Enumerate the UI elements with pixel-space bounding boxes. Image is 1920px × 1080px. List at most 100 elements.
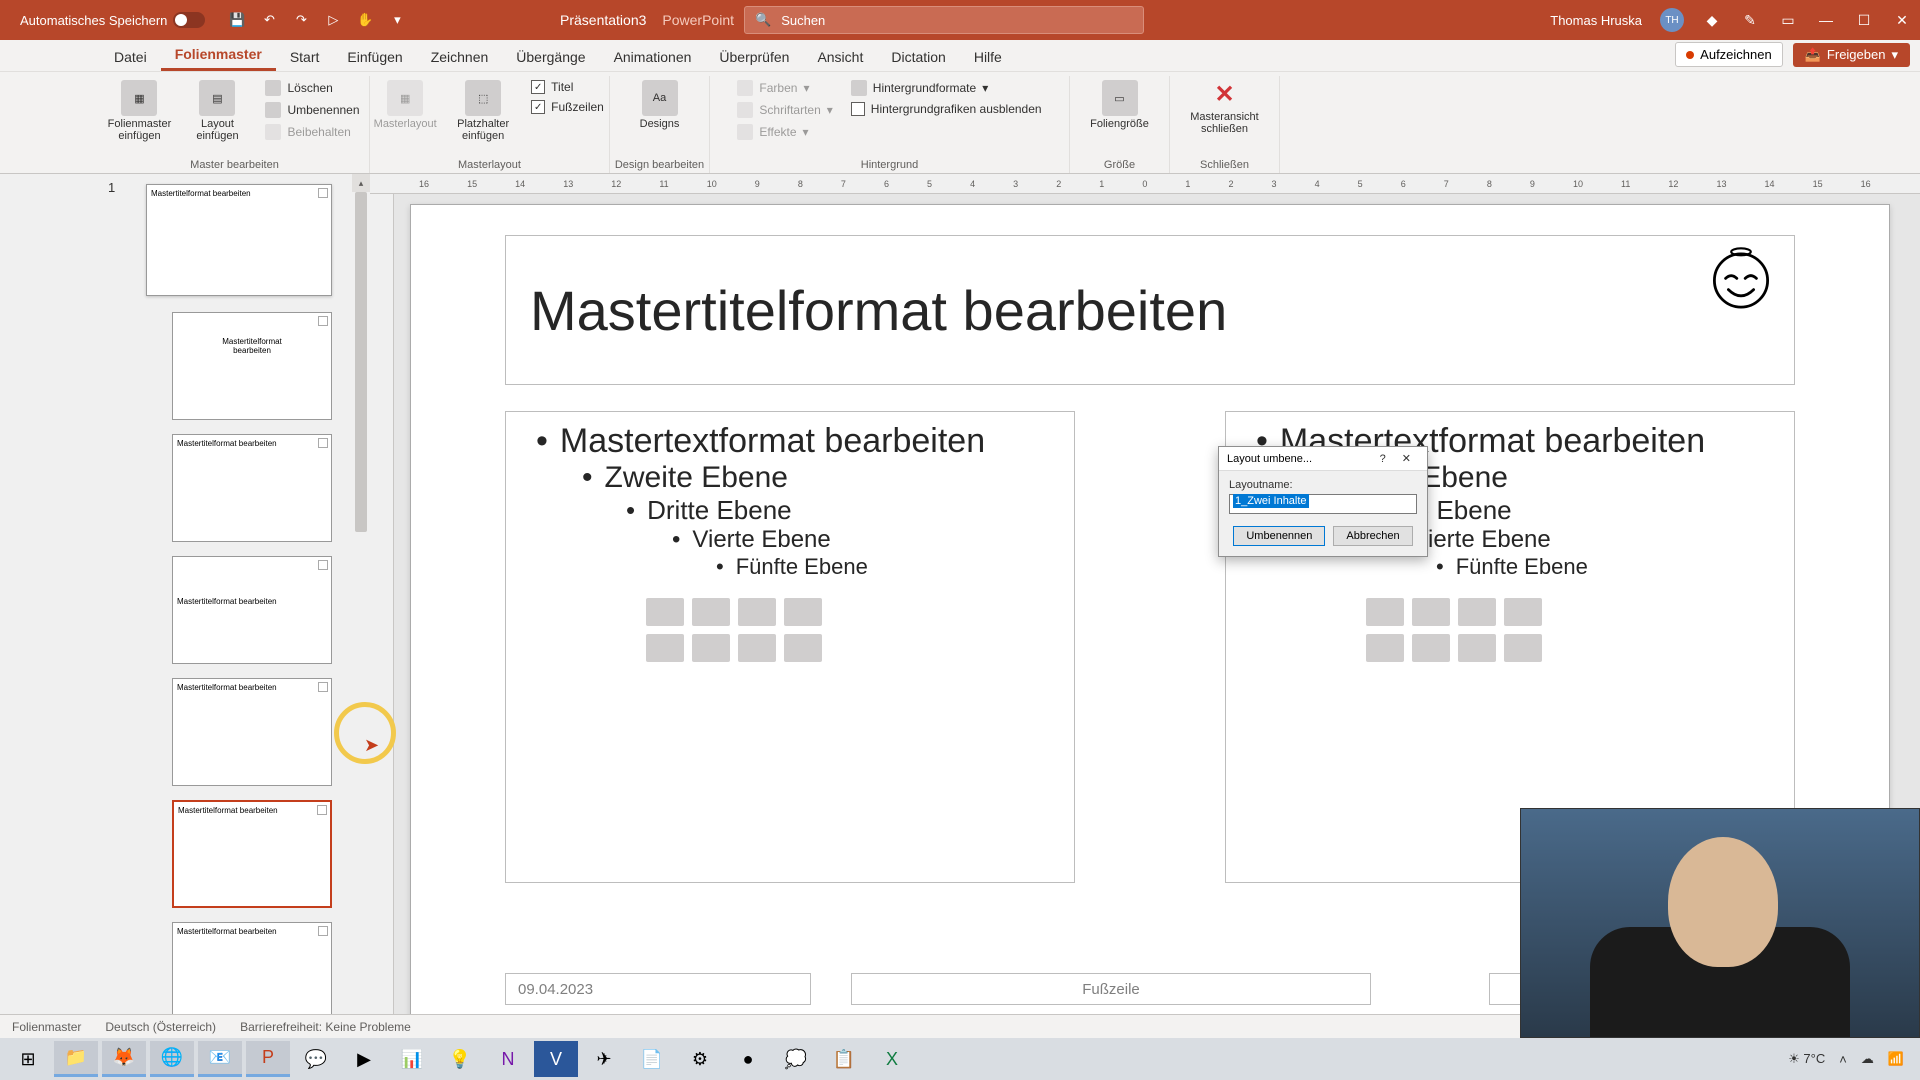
taskbar-app5-icon[interactable]: 📄 bbox=[630, 1041, 674, 1077]
tab-animationen[interactable]: Animationen bbox=[600, 43, 706, 71]
close-master-view-button[interactable]: ✕ Masteransicht schließen bbox=[1189, 76, 1261, 135]
autosave-toggle[interactable] bbox=[173, 12, 205, 28]
start-button[interactable]: ⊞ bbox=[6, 1041, 50, 1077]
tray-network-icon[interactable]: 📶 bbox=[1888, 1051, 1904, 1067]
rename-button[interactable]: Umbenennen bbox=[259, 100, 365, 120]
master-thumbnail[interactable]: Mastertitelformat bearbeiten bbox=[146, 184, 332, 296]
taskbar-vlc-icon[interactable]: ▶ bbox=[342, 1041, 386, 1077]
placeholder-icons[interactable] bbox=[1366, 598, 1774, 662]
master-number: 1 bbox=[108, 180, 115, 195]
draw-icon[interactable]: ✎ bbox=[1740, 10, 1760, 30]
taskbar-explorer-icon[interactable]: 📁 bbox=[54, 1041, 98, 1077]
insert-placeholder-button[interactable]: ⬚ Platzhalter einfügen bbox=[447, 76, 519, 142]
tab-einfuegen[interactable]: Einfügen bbox=[333, 43, 416, 71]
taskbar-outlook-icon[interactable]: 📧 bbox=[198, 1041, 242, 1077]
title-placeholder[interactable]: Mastertitelformat bearbeiten bbox=[505, 235, 1795, 385]
bg-styles-icon bbox=[851, 80, 867, 96]
layout-thumbnail-1[interactable]: Mastertitelformatbearbeiten bbox=[172, 312, 332, 420]
layout-thumbnail-4[interactable]: Mastertitelformat bearbeiten bbox=[172, 678, 332, 786]
slide-size-button[interactable]: ▭ Foliengröße bbox=[1084, 76, 1156, 130]
footers-checkbox[interactable]: Fußzeilen bbox=[525, 98, 610, 116]
dialog-cancel-button[interactable]: Abbrechen bbox=[1333, 526, 1412, 546]
taskbar-firefox-icon[interactable]: 🦊 bbox=[102, 1041, 146, 1077]
share-icon: 📤 bbox=[1805, 47, 1821, 63]
layout-thumbnail-3[interactable]: Mastertitelformat bearbeiten bbox=[172, 556, 332, 664]
tray-chevron-icon[interactable]: ˄ bbox=[1839, 1052, 1847, 1067]
insert-layout-button[interactable]: ▤ Layout einfügen bbox=[181, 76, 253, 142]
layout-thumbnail-5-selected[interactable]: Mastertitelformat bearbeiten bbox=[172, 800, 332, 908]
search-box[interactable]: 🔍 Suchen bbox=[744, 6, 1144, 34]
record-label: Aufzeichnen bbox=[1700, 47, 1772, 62]
window-icon[interactable]: ▭ bbox=[1778, 10, 1798, 30]
status-language[interactable]: Deutsch (Österreich) bbox=[105, 1020, 216, 1034]
qat-more-icon[interactable]: ▾ bbox=[387, 10, 407, 30]
tab-start[interactable]: Start bbox=[276, 43, 334, 71]
from-beginning-icon[interactable]: ▷ bbox=[323, 10, 343, 30]
dialog-title-text: Layout umbene... bbox=[1227, 453, 1312, 465]
ribbon-tabs: Datei Folienmaster Start Einfügen Zeichn… bbox=[0, 40, 1920, 72]
taskbar-app-icon[interactable]: 💬 bbox=[294, 1041, 338, 1077]
scroll-up-icon[interactable]: ▴ bbox=[352, 174, 370, 192]
presenter-webcam-overlay bbox=[1520, 808, 1920, 1038]
taskbar-app6-icon[interactable]: ⚙ bbox=[678, 1041, 722, 1077]
taskbar-app7-icon[interactable]: ● bbox=[726, 1041, 770, 1077]
taskbar-app8-icon[interactable]: 💭 bbox=[774, 1041, 818, 1077]
close-icon[interactable]: ✕ bbox=[1892, 10, 1912, 30]
app-name: PowerPoint bbox=[662, 12, 734, 28]
record-button[interactable]: Aufzeichnen bbox=[1675, 42, 1783, 67]
taskbar-app4-icon[interactable]: V bbox=[534, 1041, 578, 1077]
autosave[interactable]: Automatisches Speichern bbox=[20, 12, 205, 28]
content-placeholder-left[interactable]: Mastertextformat bearbeiten Zweite Ebene… bbox=[505, 411, 1075, 883]
insert-slide-master-button[interactable]: ▦ Folienmaster einfügen bbox=[103, 76, 175, 142]
status-accessibility[interactable]: Barrierefreiheit: Keine Probleme bbox=[240, 1020, 411, 1034]
dialog-close-icon[interactable]: ✕ bbox=[1394, 452, 1419, 465]
taskbar-chrome-icon[interactable]: 🌐 bbox=[150, 1041, 194, 1077]
share-button[interactable]: 📤 Freigeben ▾ bbox=[1793, 43, 1910, 67]
dialog-help-icon[interactable]: ? bbox=[1372, 453, 1394, 465]
preserve-icon bbox=[265, 124, 281, 140]
placeholder-icons[interactable] bbox=[646, 598, 1054, 662]
thumbnail-scrollbar[interactable]: ▴ ▾ bbox=[352, 174, 370, 1034]
redo-icon[interactable]: ↷ bbox=[291, 10, 311, 30]
tab-uebergaenge[interactable]: Übergänge bbox=[502, 43, 599, 71]
background-styles-dropdown[interactable]: Hintergrundformate ▾ bbox=[845, 78, 1048, 98]
touch-mode-icon[interactable]: ✋ bbox=[355, 10, 375, 30]
document-title: Präsentation3 bbox=[560, 12, 646, 28]
search-placeholder: Suchen bbox=[781, 13, 825, 28]
date-placeholder[interactable]: 09.04.2023 bbox=[505, 973, 811, 1005]
save-icon[interactable]: 💾 bbox=[227, 10, 247, 30]
themes-button[interactable]: Aa Designs bbox=[624, 76, 696, 130]
delete-button[interactable]: Löschen bbox=[259, 78, 365, 98]
title-checkbox[interactable]: Titel bbox=[525, 78, 610, 96]
scroll-thumb[interactable] bbox=[355, 192, 367, 532]
tab-zeichnen[interactable]: Zeichnen bbox=[417, 43, 503, 71]
tab-dictation[interactable]: Dictation bbox=[877, 43, 959, 71]
tray-cloud-icon[interactable]: ☁ bbox=[1861, 1051, 1874, 1067]
dialog-titlebar[interactable]: Layout umbene... ? ✕ bbox=[1219, 447, 1427, 471]
hide-bg-graphics-checkbox[interactable]: Hintergrundgrafiken ausblenden bbox=[845, 100, 1048, 118]
thumb-close-icon bbox=[318, 926, 328, 936]
tab-datei[interactable]: Datei bbox=[100, 43, 161, 71]
taskbar-powerpoint-icon[interactable]: P bbox=[246, 1041, 290, 1077]
tab-ansicht[interactable]: Ansicht bbox=[803, 43, 877, 71]
premium-icon[interactable]: ◆ bbox=[1702, 10, 1722, 30]
footer-placeholder[interactable]: Fußzeile bbox=[851, 973, 1371, 1005]
taskbar-app2-icon[interactable]: 📊 bbox=[390, 1041, 434, 1077]
layout-thumbnail-2[interactable]: Mastertitelformat bearbeiten bbox=[172, 434, 332, 542]
tab-ueberpruefen[interactable]: Überprüfen bbox=[705, 43, 803, 71]
minimize-icon[interactable]: — bbox=[1816, 10, 1836, 30]
tab-folienmaster[interactable]: Folienmaster bbox=[161, 40, 276, 71]
dialog-rename-button[interactable]: Umbenennen bbox=[1233, 526, 1325, 546]
taskbar-onenote-icon[interactable]: N bbox=[486, 1041, 530, 1077]
weather-widget[interactable]: ☀ 7°C bbox=[1788, 1051, 1825, 1067]
group-hintergrund: Farben ▾ Schriftarten ▾ Effekte ▾ Hinter… bbox=[710, 76, 1070, 173]
taskbar-excel-icon[interactable]: X bbox=[870, 1041, 914, 1077]
tab-hilfe[interactable]: Hilfe bbox=[960, 43, 1016, 71]
maximize-icon[interactable]: ☐ bbox=[1854, 10, 1874, 30]
layout-name-input[interactable]: 1_Zwei Inhalte bbox=[1229, 494, 1417, 514]
undo-icon[interactable]: ↶ bbox=[259, 10, 279, 30]
taskbar-app9-icon[interactable]: 📋 bbox=[822, 1041, 866, 1077]
user-avatar[interactable]: TH bbox=[1660, 8, 1684, 32]
taskbar-telegram-icon[interactable]: ✈ bbox=[582, 1041, 626, 1077]
taskbar-app3-icon[interactable]: 💡 bbox=[438, 1041, 482, 1077]
